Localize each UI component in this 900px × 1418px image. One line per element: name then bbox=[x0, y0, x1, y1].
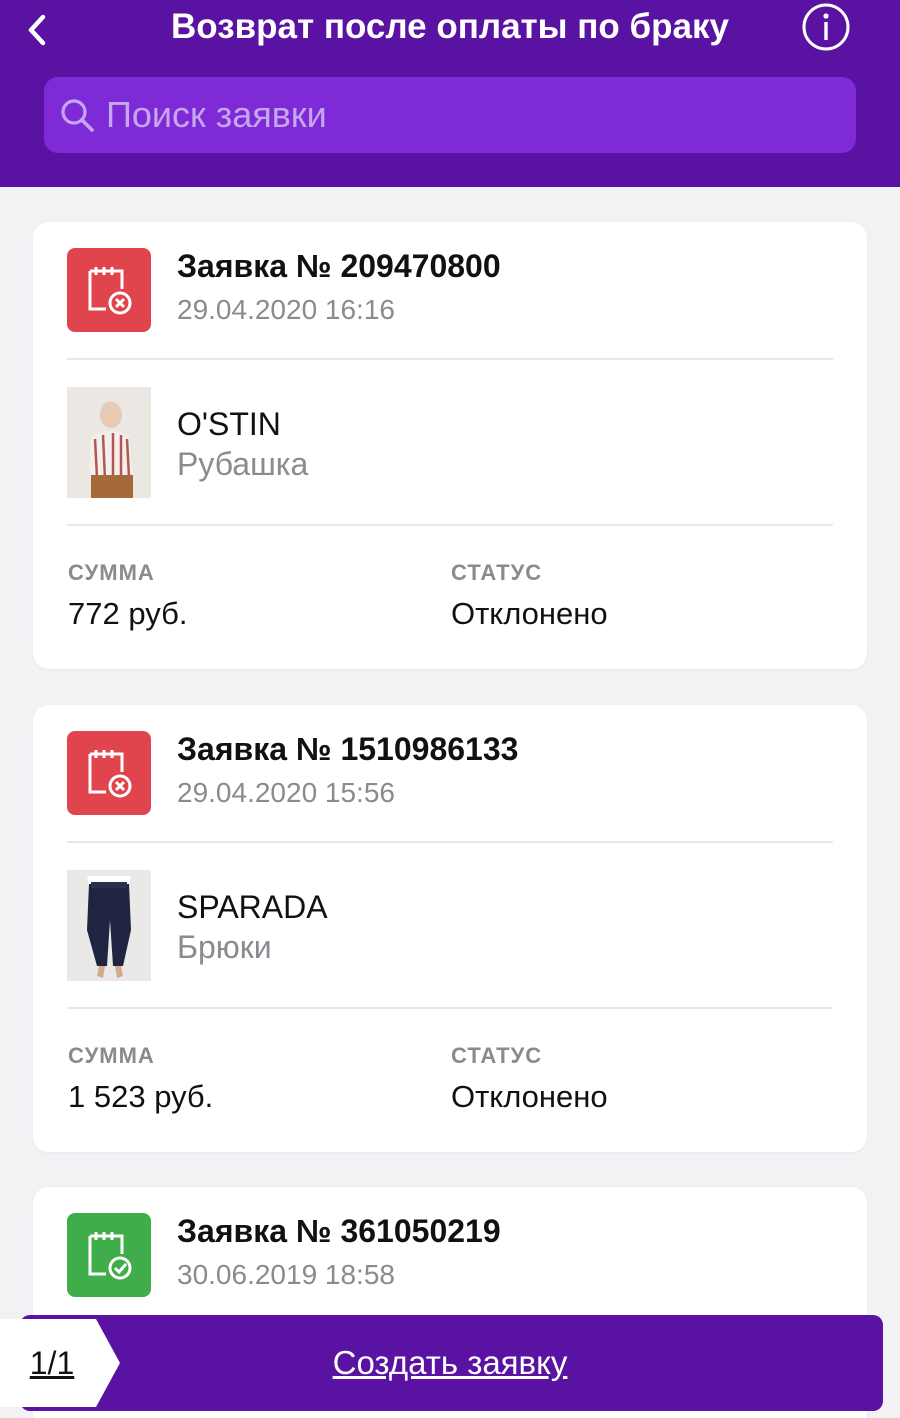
amount-label: СУММА bbox=[68, 1043, 155, 1068]
page-title: Возврат после оплаты по браку bbox=[171, 7, 729, 46]
header: Возврат после оплаты по браку bbox=[0, 0, 900, 187]
search-icon bbox=[61, 99, 94, 132]
request-approved-icon bbox=[67, 1213, 151, 1297]
request-rejected-icon bbox=[67, 731, 151, 815]
status-value: Отклонено bbox=[451, 596, 608, 631]
divider bbox=[67, 358, 833, 360]
amount-label: СУММА bbox=[68, 560, 155, 585]
request-card[interactable]: Заявка № 209470800 29.04.2020 16:16 O'ST… bbox=[33, 222, 867, 669]
chevron-left-icon bbox=[28, 14, 46, 46]
request-title: Заявка № 1510986133 bbox=[177, 731, 519, 767]
product-brand: O'STIN bbox=[177, 406, 281, 442]
request-date: 30.06.2019 18:58 bbox=[177, 1259, 395, 1290]
request-title: Заявка № 209470800 bbox=[177, 248, 501, 284]
request-header: Заявка № 361050219 30.06.2019 18:58 bbox=[33, 1187, 867, 1324]
divider bbox=[67, 841, 833, 843]
status-label: СТАТУС bbox=[451, 560, 543, 585]
search-bar[interactable] bbox=[44, 77, 856, 153]
info-icon bbox=[802, 3, 850, 51]
bottom-bar: 1/1 Создать заявку bbox=[0, 1315, 883, 1411]
divider bbox=[67, 524, 833, 526]
product-image bbox=[67, 870, 151, 981]
status-value: Отклонено bbox=[451, 1079, 608, 1114]
product-name: Брюки bbox=[177, 929, 272, 965]
divider bbox=[67, 1007, 833, 1009]
status-label: СТАТУС bbox=[451, 1043, 543, 1068]
amount-value: 772 руб. bbox=[68, 596, 188, 631]
request-header: Заявка № 1510986133 29.04.2020 15:56 bbox=[33, 705, 867, 842]
search-input[interactable] bbox=[106, 77, 856, 153]
product-image bbox=[67, 387, 151, 498]
request-date: 29.04.2020 15:56 bbox=[177, 777, 395, 808]
back-button[interactable] bbox=[20, 10, 54, 50]
page-counter[interactable]: 1/1 bbox=[0, 1319, 104, 1407]
request-header: Заявка № 209470800 29.04.2020 16:16 bbox=[33, 222, 867, 359]
request-card[interactable]: Заявка № 1510986133 29.04.2020 15:56 SPA… bbox=[33, 705, 867, 1152]
request-rejected-icon bbox=[67, 248, 151, 332]
request-date: 29.04.2020 16:16 bbox=[177, 294, 395, 325]
product-brand: SPARADA bbox=[177, 889, 328, 925]
create-request-button[interactable]: Создать заявку bbox=[120, 1315, 780, 1411]
request-title: Заявка № 361050219 bbox=[177, 1213, 501, 1249]
product-name: Рубашка bbox=[177, 446, 309, 482]
info-button[interactable] bbox=[801, 2, 851, 52]
amount-value: 1 523 руб. bbox=[68, 1079, 214, 1114]
